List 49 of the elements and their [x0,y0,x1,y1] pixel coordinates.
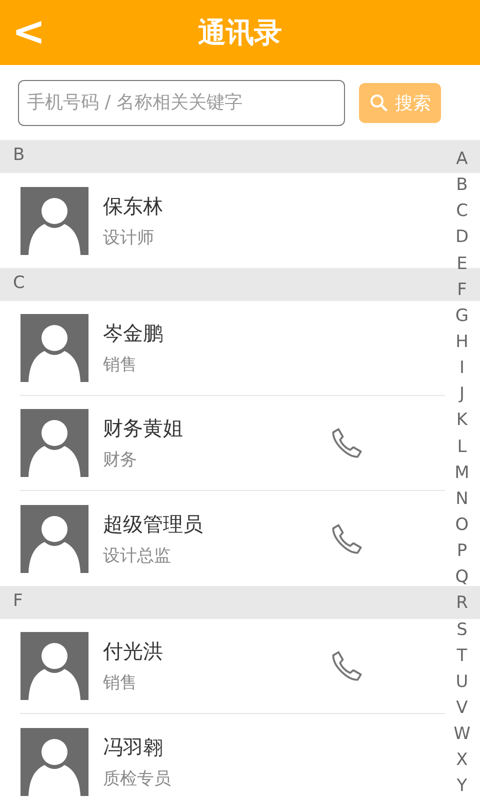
index-letter[interactable]: O [455,512,469,538]
index-letter[interactable]: J [459,381,464,408]
index-letter[interactable]: K [456,407,468,434]
index-letter[interactable]: W [454,721,470,748]
index-letter[interactable]: S [456,616,468,643]
avatar-icon [20,314,89,382]
contact-role: 设计师 [103,226,155,248]
contact-name: 岑金鹏 [103,320,164,347]
index-letter[interactable]: F [457,276,467,303]
phone-icon[interactable] [330,649,364,683]
index-letter[interactable]: G [455,302,469,329]
contact-role: 销售 [103,354,138,376]
index-letter[interactable]: I [459,355,464,382]
avatar-icon [20,409,89,477]
index-letter[interactable]: C [456,198,468,224]
contact-name: 财务黄姐 [103,415,184,442]
index-letter[interactable]: X [456,747,468,774]
page-title: 通讯录 [198,14,282,50]
index-letter[interactable]: N [456,486,468,512]
contact-name: 冯羽翱 [103,734,164,760]
avatar-icon [20,728,89,796]
index-letter[interactable]: B [456,172,468,198]
avatar-icon [20,504,89,572]
contact-name: 超级管理员 [103,510,204,538]
index-letter[interactable]: V [456,694,468,722]
index-letter[interactable]: Y [456,773,468,800]
contact-role: 财务 [103,449,138,471]
phone-icon[interactable] [330,426,364,460]
index-letter[interactable]: A [456,146,468,172]
avatar-icon [20,632,89,700]
contact-name: 付光洪 [103,638,164,665]
index-letter[interactable]: Q [455,564,469,590]
index-letter[interactable]: H [456,328,468,356]
index-letter[interactable]: T [456,642,468,669]
contact-role: 销售 [103,672,138,694]
index-letter[interactable]: P [456,538,468,564]
index-letter[interactable]: E [456,250,468,277]
contact-role: 质检专员 [103,768,172,790]
index-letter[interactable]: U [456,668,468,695]
index-letter[interactable]: M [454,460,470,486]
index-letter[interactable]: D [455,224,469,251]
index-letter[interactable]: R [456,590,468,617]
index-letter[interactable]: L [457,434,467,460]
contact-role: 设计总监 [103,544,172,566]
phone-icon[interactable] [330,522,364,556]
avatar-icon [20,186,89,254]
contact-name: 保东林 [103,192,164,220]
search-icon [369,92,389,112]
search-field[interactable]: 手机号码 / 名称相关关键字 [18,80,345,126]
